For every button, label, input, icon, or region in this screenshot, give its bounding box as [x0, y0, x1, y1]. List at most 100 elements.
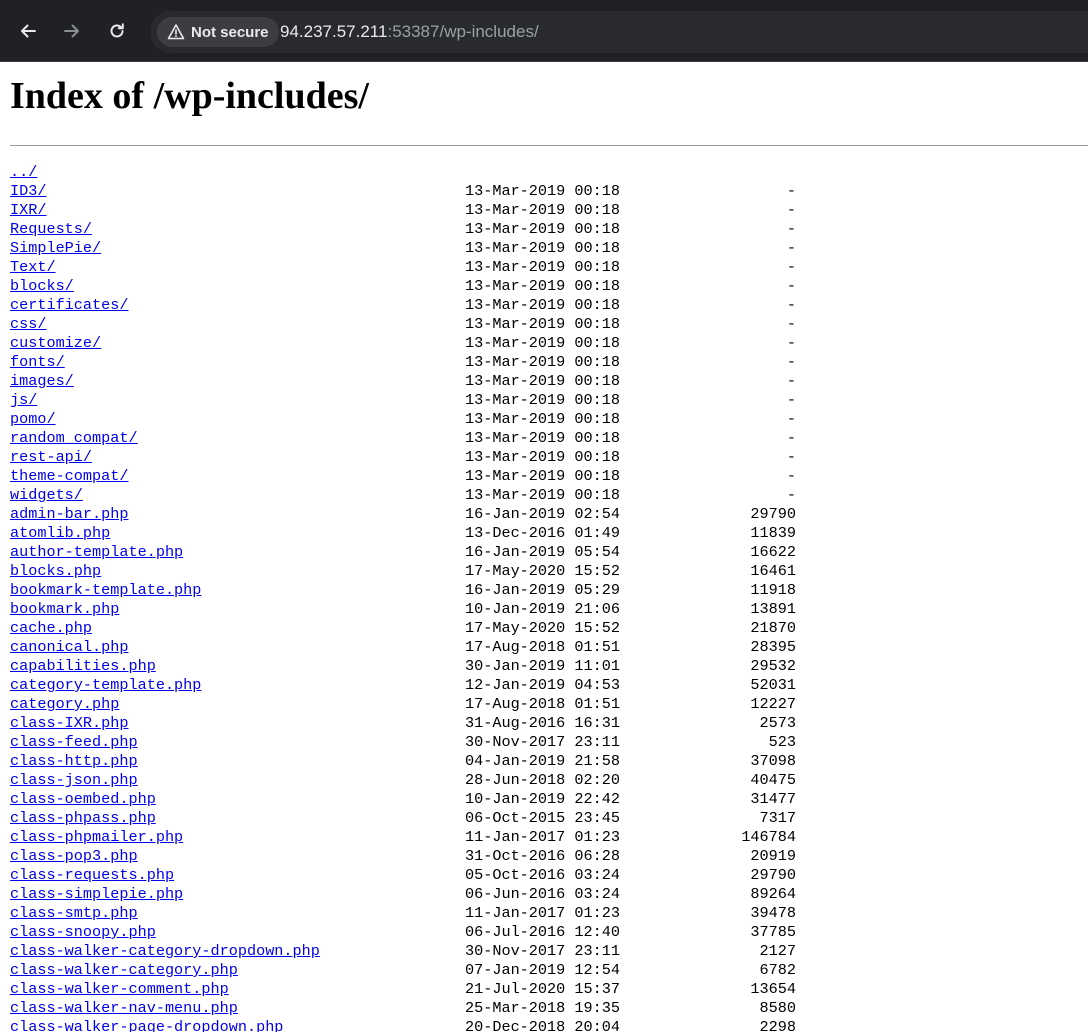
modified-date: 10-Jan-2019 22:42	[465, 790, 620, 808]
file-size: 52031	[750, 676, 796, 694]
file-link[interactable]: bookmark-template.php	[10, 581, 201, 600]
file-link[interactable]: class-phpass.php	[10, 809, 156, 828]
file-size: -	[786, 372, 796, 390]
file-link[interactable]: class-simplepie.php	[10, 885, 183, 904]
file-size: 39478	[750, 904, 796, 922]
folder-link[interactable]: IXR/	[10, 201, 46, 220]
back-button[interactable]	[10, 13, 46, 49]
file-link[interactable]: class-json.php	[10, 771, 138, 790]
file-link[interactable]: category.php	[10, 695, 119, 714]
file-size: 7317	[759, 809, 796, 827]
file-link[interactable]: class-IXR.php	[10, 714, 128, 733]
modified-date: 30-Nov-2017 23:11	[465, 942, 620, 960]
file-size: 29790	[750, 505, 796, 523]
file-size: 12227	[750, 695, 796, 713]
folder-link[interactable]: Requests/	[10, 220, 92, 239]
file-link[interactable]: class-snoopy.php	[10, 923, 156, 942]
file-size: 21870	[750, 619, 796, 637]
file-size: -	[786, 239, 796, 257]
file-link[interactable]: admin-bar.php	[10, 505, 128, 524]
folder-link[interactable]: certificates/	[10, 296, 128, 315]
file-link[interactable]: capabilities.php	[10, 657, 156, 676]
modified-date: 10-Jan-2019 21:06	[465, 600, 620, 618]
reload-button[interactable]	[99, 13, 135, 49]
file-size: 2298	[759, 1018, 796, 1032]
file-size: 29532	[750, 657, 796, 675]
file-link[interactable]: class-oembed.php	[10, 790, 156, 809]
folder-link[interactable]: widgets/	[10, 486, 83, 505]
parent-directory-link[interactable]: ../	[10, 163, 37, 182]
file-link[interactable]: atomlib.php	[10, 524, 110, 543]
file-size: 37098	[750, 752, 796, 770]
file-size: 16461	[750, 562, 796, 580]
file-size: -	[786, 182, 796, 200]
modified-date: 13-Mar-2019 00:18	[465, 467, 620, 485]
modified-date: 13-Mar-2019 00:18	[465, 315, 620, 333]
file-link[interactable]: class-walker-category.php	[10, 961, 238, 980]
file-link[interactable]: canonical.php	[10, 638, 128, 657]
file-link[interactable]: class-smtp.php	[10, 904, 138, 923]
folder-link[interactable]: rest-api/	[10, 448, 92, 467]
folder-link[interactable]: images/	[10, 372, 74, 391]
file-link[interactable]: class-walker-page-dropdown.php	[10, 1018, 283, 1032]
forward-arrow-icon	[64, 24, 79, 38]
file-link[interactable]: class-feed.php	[10, 733, 138, 752]
file-link[interactable]: category-template.php	[10, 676, 201, 695]
folder-link[interactable]: Text/	[10, 258, 56, 277]
folder-link[interactable]: js/	[10, 391, 37, 410]
file-size: -	[786, 467, 796, 485]
page-title: Index of /wp-includes/	[10, 75, 369, 117]
modified-date: 17-Aug-2018 01:51	[465, 638, 620, 656]
modified-date: 13-Mar-2019 00:18	[465, 220, 620, 238]
file-link[interactable]: class-walker-category-dropdown.php	[10, 942, 320, 961]
file-link[interactable]: class-requests.php	[10, 866, 174, 885]
file-size: 29790	[750, 866, 796, 884]
url-path: :53387/wp-includes/	[387, 22, 539, 41]
folder-link[interactable]: customize/	[10, 334, 101, 353]
folder-link[interactable]: theme-compat/	[10, 467, 128, 486]
file-size: -	[786, 220, 796, 238]
modified-date: 28-Jun-2018 02:20	[465, 771, 620, 789]
file-link[interactable]: class-phpmailer.php	[10, 828, 183, 847]
file-size: 2573	[759, 714, 796, 732]
file-link[interactable]: class-pop3.php	[10, 847, 138, 866]
folder-link[interactable]: css/	[10, 315, 46, 334]
file-link[interactable]: author-template.php	[10, 543, 183, 562]
modified-date: 13-Mar-2019 00:18	[465, 448, 620, 466]
url-text[interactable]: 94.237.57.211:53387/wp-includes/	[280, 22, 539, 42]
folder-link[interactable]: SimplePie/	[10, 239, 101, 258]
modified-date: 13-Mar-2019 00:18	[465, 372, 620, 390]
file-link[interactable]: class-walker-nav-menu.php	[10, 999, 238, 1018]
file-size: 20919	[750, 847, 796, 865]
file-size: -	[786, 334, 796, 352]
file-size: -	[786, 429, 796, 447]
file-link[interactable]: blocks.php	[10, 562, 101, 581]
divider	[10, 145, 1088, 146]
modified-date: 13-Mar-2019 00:18	[465, 201, 620, 219]
file-size: 523	[768, 733, 796, 751]
modified-date: 13-Mar-2019 00:18	[465, 258, 620, 276]
folder-link[interactable]: blocks/	[10, 277, 74, 296]
modified-date: 21-Jul-2020 15:37	[465, 980, 620, 998]
folder-link[interactable]: ID3/	[10, 182, 46, 201]
folder-link[interactable]: pomo/	[10, 410, 56, 429]
warning-triangle-icon	[167, 24, 185, 40]
file-size: 2127	[759, 942, 796, 960]
page-content: Index of /wp-includes/ ../ ID3/13-Mar-20…	[0, 62, 1088, 1032]
file-link[interactable]: class-walker-comment.php	[10, 980, 229, 999]
modified-date: 07-Jan-2019 12:54	[465, 961, 620, 979]
file-link[interactable]: cache.php	[10, 619, 92, 638]
modified-date: 13-Mar-2019 00:18	[465, 334, 620, 352]
file-link[interactable]: class-http.php	[10, 752, 138, 771]
address-bar[interactable]: Not secure 94.237.57.211:53387/wp-includ…	[150, 11, 1088, 53]
security-indicator[interactable]: Not secure	[157, 17, 279, 47]
folder-link[interactable]: random_compat/	[10, 429, 138, 448]
file-link[interactable]: bookmark.php	[10, 600, 119, 619]
file-size: -	[786, 201, 796, 219]
file-size: 11839	[750, 524, 796, 542]
forward-button[interactable]	[54, 13, 90, 49]
file-size: 16622	[750, 543, 796, 561]
file-size: 146784	[741, 828, 796, 846]
modified-date: 13-Mar-2019 00:18	[465, 391, 620, 409]
folder-link[interactable]: fonts/	[10, 353, 65, 372]
